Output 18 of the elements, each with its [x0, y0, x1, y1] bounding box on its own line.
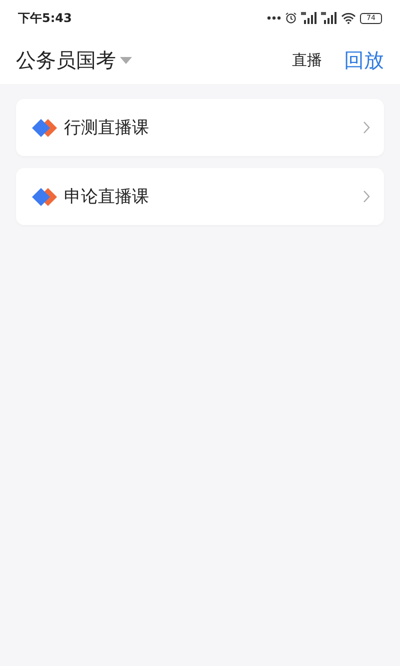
status-time: 下午5:43: [18, 10, 72, 26]
more-icon: [267, 16, 281, 20]
diamond-logo-icon: [32, 188, 58, 206]
chevron-right-icon: [363, 190, 370, 203]
alarm-icon: [285, 12, 297, 24]
page-title[interactable]: 公务员国考: [16, 46, 116, 74]
tab[interactable]: 直播: [292, 50, 322, 70]
wifi-icon: [341, 12, 356, 24]
course-title: 行测直播课: [64, 117, 150, 139]
chevron-right-icon: [363, 121, 370, 134]
diamond-logo-icon: [32, 118, 58, 136]
signal-icon: [321, 12, 337, 24]
course-item[interactable]: 行测直播课: [16, 99, 384, 156]
signal-icon: [301, 12, 317, 24]
tab[interactable]: 回放: [344, 46, 384, 74]
course-item[interactable]: 申论直播课: [16, 168, 384, 225]
dropdown-caret-icon[interactable]: [120, 56, 132, 64]
course-title: 申论直播课: [64, 186, 150, 208]
